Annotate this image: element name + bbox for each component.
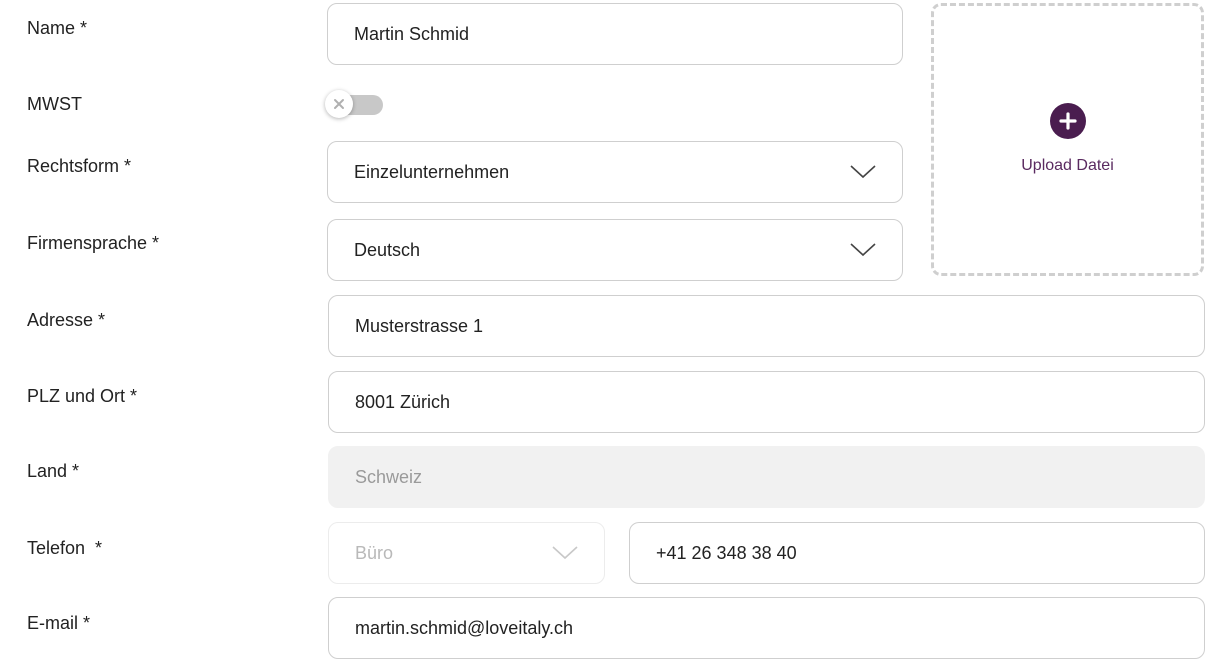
name-value: Martin Schmid [354,23,470,44]
telefon-type-value: Büro [355,542,394,563]
email-input[interactable]: martin.schmid@loveitaly.ch [328,597,1205,659]
telefon-value: +41 26 348 38 40 [656,542,797,563]
email-label: E-mail * [27,613,91,633]
name-label: Name * [27,18,88,38]
plz-ort-input[interactable]: 8001 Zürich [328,371,1205,433]
plz-ort-value: 8001 Zürich [355,391,451,412]
adresse-label: Adresse * [27,310,106,330]
chevron-down-icon [850,242,876,258]
chevron-down-icon [552,545,578,561]
plz-ort-label: PLZ und Ort * [27,386,138,406]
rechtsform-value: Einzelunternehmen [354,161,510,182]
close-icon [325,90,353,118]
upload-label: Upload Datei [1021,156,1114,174]
telefon-label: Telefon * [27,538,103,558]
rechtsform-select[interactable]: Einzelunternehmen [327,141,903,203]
rechtsform-label: Rechtsform * [27,156,132,176]
adresse-input[interactable]: Musterstrasse 1 [328,295,1205,357]
telefon-type-select[interactable]: Büro [328,522,605,584]
telefon-input[interactable]: +41 26 348 38 40 [629,522,1205,584]
adresse-value: Musterstrasse 1 [355,315,484,336]
firmensprache-value: Deutsch [354,239,421,260]
name-input[interactable]: Martin Schmid [327,3,903,65]
firmensprache-select[interactable]: Deutsch [327,219,903,281]
plus-circle-icon [1049,102,1086,139]
mwst-toggle[interactable] [325,90,383,118]
chevron-down-icon [850,164,876,180]
land-input: Schweiz [328,446,1205,508]
land-label: Land * [27,461,80,481]
firmensprache-label: Firmensprache * [27,233,160,253]
land-value: Schweiz [355,466,423,487]
email-value: martin.schmid@loveitaly.ch [355,617,574,638]
upload-dropzone[interactable]: Upload Datei [931,3,1204,276]
mwst-label: MWST [27,94,82,114]
